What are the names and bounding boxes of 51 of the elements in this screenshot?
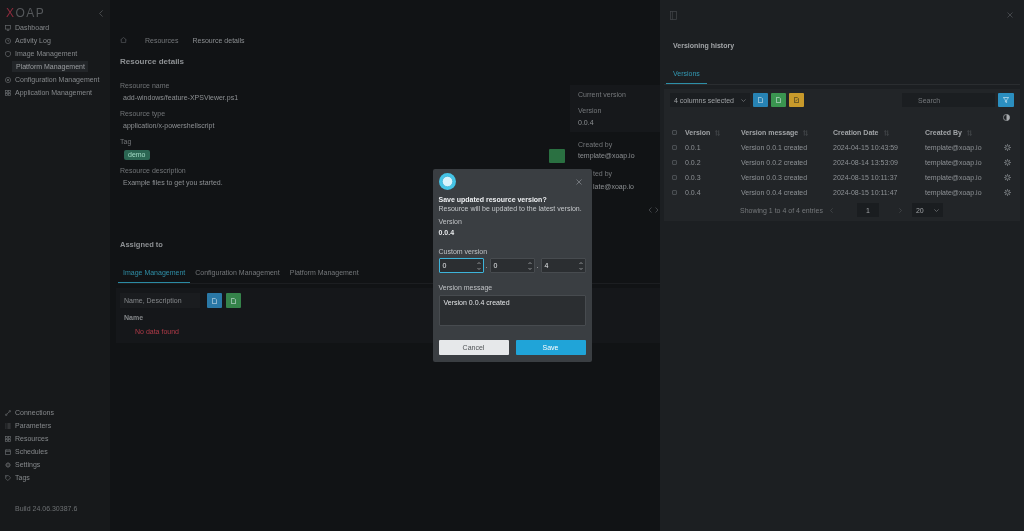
filter-button[interactable] (998, 93, 1014, 107)
monitor-icon (5, 24, 11, 31)
page-title: Resource details (120, 57, 185, 67)
tag-icon (5, 474, 11, 481)
spinner-icon[interactable] (578, 260, 583, 271)
file-icon (776, 97, 781, 103)
gear-icon[interactable] (1004, 159, 1011, 166)
link-icon (5, 409, 11, 416)
toolbar-button[interactable] (789, 93, 804, 107)
file-icon (231, 297, 236, 304)
target-icon (5, 76, 11, 83)
grid-icon (5, 89, 11, 96)
filter-icon (1003, 97, 1009, 103)
checkbox[interactable] (672, 175, 677, 180)
toolbar-button[interactable] (753, 93, 768, 107)
toolbar-button[interactable] (207, 293, 222, 308)
home-icon[interactable] (120, 37, 127, 43)
file-edit-icon (794, 97, 799, 103)
close-icon[interactable] (575, 178, 582, 185)
spinner-icon[interactable] (476, 260, 481, 271)
chevron-down-icon (741, 98, 746, 102)
gear-icon[interactable] (1004, 189, 1011, 196)
sort-icon (966, 129, 972, 136)
logo: XOAP (6, 6, 46, 20)
checkbox[interactable] (672, 190, 677, 195)
circle-icon (438, 173, 456, 190)
gear-icon[interactable] (1004, 174, 1011, 181)
sort-icon (883, 129, 889, 136)
half-circle-icon[interactable] (1003, 113, 1010, 121)
shield-icon (5, 50, 11, 57)
file-icon (212, 297, 217, 304)
checkbox[interactable] (672, 130, 677, 135)
close-icon[interactable] (1007, 12, 1013, 18)
file-icon (758, 97, 763, 103)
chevron-down-icon (933, 208, 939, 212)
chevrons-icon[interactable] (648, 207, 659, 213)
toolbar-button[interactable] (226, 293, 241, 308)
checkbox[interactable] (672, 145, 677, 150)
collapse-icon[interactable] (99, 10, 103, 17)
toolbar-button[interactable] (771, 93, 786, 107)
sort-icon (715, 129, 721, 136)
spinner-icon[interactable] (527, 260, 532, 271)
list-icon (5, 422, 11, 429)
grid-icon (5, 435, 11, 442)
clock-icon (5, 37, 11, 44)
checkbox[interactable] (672, 160, 677, 165)
gear-icon[interactable] (1004, 144, 1011, 151)
sort-icon (803, 129, 809, 136)
gear-icon (5, 461, 11, 468)
calendar-icon (5, 448, 11, 455)
panel-icon[interactable] (670, 10, 677, 20)
